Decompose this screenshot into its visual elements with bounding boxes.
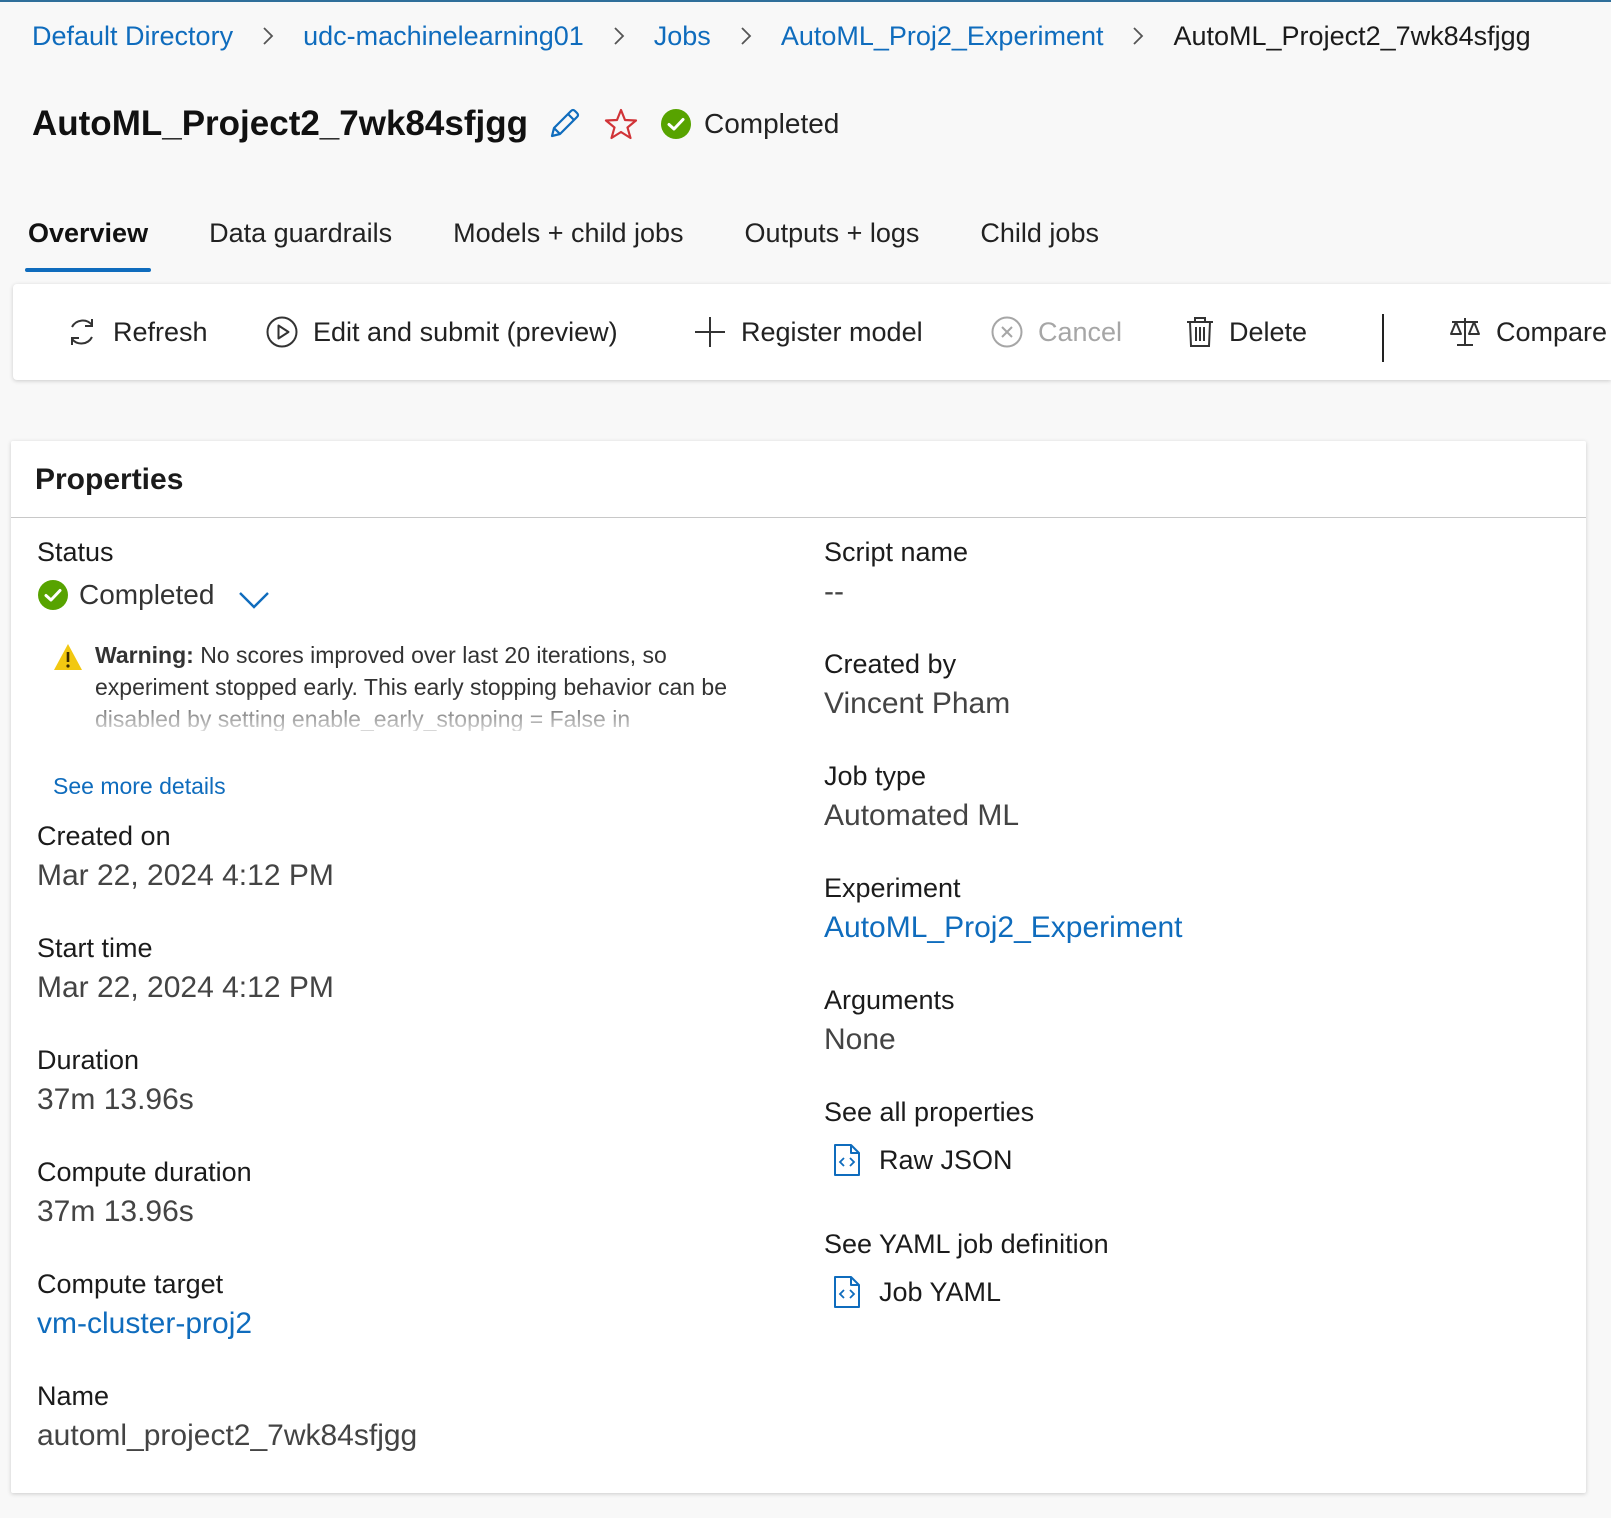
status-text: Completed bbox=[703, 108, 840, 139]
chevron-right-icon bbox=[1131, 25, 1145, 47]
trash-icon bbox=[1185, 315, 1215, 349]
script-name-value: -- bbox=[824, 575, 844, 608]
edit-and-submit-label: Edit and submit (preview) bbox=[313, 316, 618, 347]
page-header: AutoML_Project2_7wk84sfjgg Completed bbox=[32, 98, 839, 150]
cancel-circle-icon bbox=[990, 315, 1024, 349]
check-circle-icon bbox=[37, 579, 69, 611]
compare-label: Compare bbox=[1496, 316, 1608, 347]
start-time-value: Mar 22, 2024 4:12 PM bbox=[37, 971, 334, 1004]
experiment-label: Experiment bbox=[824, 873, 961, 903]
register-model-button[interactable]: Register model bbox=[693, 302, 923, 362]
compute-target-label: Compute target bbox=[37, 1269, 224, 1299]
command-bar: Refresh Edit and submit (preview) Regist… bbox=[13, 284, 1611, 380]
register-model-label: Register model bbox=[741, 316, 923, 347]
tab-overview[interactable]: Overview bbox=[25, 212, 152, 278]
properties-card: Properties Status Completed Warning: No … bbox=[11, 441, 1586, 1493]
refresh-button[interactable]: Refresh bbox=[65, 302, 208, 362]
duration-value: 37m 13.96s bbox=[37, 1083, 194, 1116]
job-type-label: Job type bbox=[824, 761, 927, 791]
job-yaml-link[interactable]: Job YAML bbox=[833, 1275, 1001, 1309]
created-by-label: Created by bbox=[824, 649, 957, 679]
delete-label: Delete bbox=[1229, 316, 1308, 347]
status-badge: Completed bbox=[660, 108, 839, 140]
code-file-icon bbox=[833, 1275, 861, 1309]
chevron-right-icon bbox=[261, 25, 275, 47]
properties-title: Properties bbox=[35, 463, 184, 496]
cancel-button[interactable]: Cancel bbox=[990, 302, 1122, 362]
tab-models-child-jobs[interactable]: Models + child jobs bbox=[450, 212, 686, 278]
divider bbox=[11, 517, 1586, 518]
check-circle-icon bbox=[660, 108, 692, 140]
chevron-right-icon bbox=[739, 25, 753, 47]
cancel-label: Cancel bbox=[1038, 316, 1123, 347]
arguments-value: None bbox=[824, 1023, 896, 1056]
script-name-label: Script name bbox=[824, 537, 969, 567]
see-all-properties-label: See all properties bbox=[824, 1097, 1035, 1127]
breadcrumb-item-jobs[interactable]: Jobs bbox=[654, 21, 711, 52]
tab-child-jobs[interactable]: Child jobs bbox=[977, 212, 1102, 278]
duration-label: Duration bbox=[37, 1045, 140, 1075]
job-yaml-label: Job YAML bbox=[879, 1276, 1002, 1307]
scale-icon bbox=[1448, 315, 1482, 349]
pencil-icon[interactable] bbox=[546, 106, 582, 142]
created-on-value: Mar 22, 2024 4:12 PM bbox=[37, 859, 334, 892]
experiment-link[interactable]: AutoML_Proj2_Experiment bbox=[824, 911, 1183, 945]
refresh-label: Refresh bbox=[113, 316, 208, 347]
refresh-icon bbox=[65, 315, 99, 349]
created-by-value: Vincent Pham bbox=[824, 687, 1011, 720]
plus-icon bbox=[693, 315, 727, 349]
top-accent-line bbox=[0, 0, 1611, 2]
tab-bar: Overview Data guardrails Models + child … bbox=[25, 212, 1157, 278]
breadcrumb-item-experiment[interactable]: AutoML_Proj2_Experiment bbox=[781, 21, 1104, 52]
breadcrumb-item-current: AutoML_Project2_7wk84sfjgg bbox=[1173, 20, 1531, 51]
raw-json-label: Raw JSON bbox=[879, 1144, 1013, 1175]
breadcrumb: Default Directory udc-machinelearning01 … bbox=[32, 16, 1531, 56]
chevron-down-icon[interactable] bbox=[238, 590, 270, 610]
toolbar-divider bbox=[1382, 314, 1384, 362]
name-value: automl_project2_7wk84sfjgg bbox=[37, 1419, 418, 1452]
star-icon[interactable] bbox=[604, 107, 638, 141]
job-type-value: Automated ML bbox=[824, 799, 1020, 832]
arguments-label: Arguments bbox=[824, 985, 955, 1015]
status-text: Completed bbox=[79, 579, 215, 610]
compute-duration-label: Compute duration bbox=[37, 1157, 252, 1187]
compute-duration-value: 37m 13.96s bbox=[37, 1195, 194, 1228]
breadcrumb-item-workspace[interactable]: udc-machinelearning01 bbox=[303, 21, 584, 52]
chevron-right-icon bbox=[612, 25, 626, 47]
delete-button[interactable]: Delete bbox=[1185, 302, 1307, 362]
yaml-definition-label: See YAML job definition bbox=[824, 1229, 1109, 1259]
status-label: Status bbox=[37, 537, 114, 567]
raw-json-link[interactable]: Raw JSON bbox=[833, 1143, 1013, 1177]
play-circle-icon bbox=[265, 315, 299, 349]
page-title: AutoML_Project2_7wk84sfjgg bbox=[32, 104, 528, 143]
compare-button[interactable]: Compare bbox=[1448, 302, 1607, 362]
compute-target-link[interactable]: vm-cluster-proj2 bbox=[37, 1307, 252, 1341]
warning-prefix: Warning: bbox=[95, 642, 194, 668]
name-label: Name bbox=[37, 1381, 110, 1411]
warning-fade bbox=[53, 697, 773, 731]
see-more-details-link[interactable]: See more details bbox=[53, 773, 226, 800]
tab-outputs-logs[interactable]: Outputs + logs bbox=[742, 212, 923, 278]
status-value: Completed bbox=[37, 579, 270, 611]
warning-message: Warning: No scores improved over last 20… bbox=[53, 639, 773, 731]
start-time-label: Start time bbox=[37, 933, 153, 963]
breadcrumb-item-directory[interactable]: Default Directory bbox=[32, 21, 233, 52]
code-file-icon bbox=[833, 1143, 861, 1177]
created-on-label: Created on bbox=[37, 821, 171, 851]
tab-data-guardrails[interactable]: Data guardrails bbox=[206, 212, 395, 278]
edit-and-submit-button[interactable]: Edit and submit (preview) bbox=[265, 302, 618, 362]
